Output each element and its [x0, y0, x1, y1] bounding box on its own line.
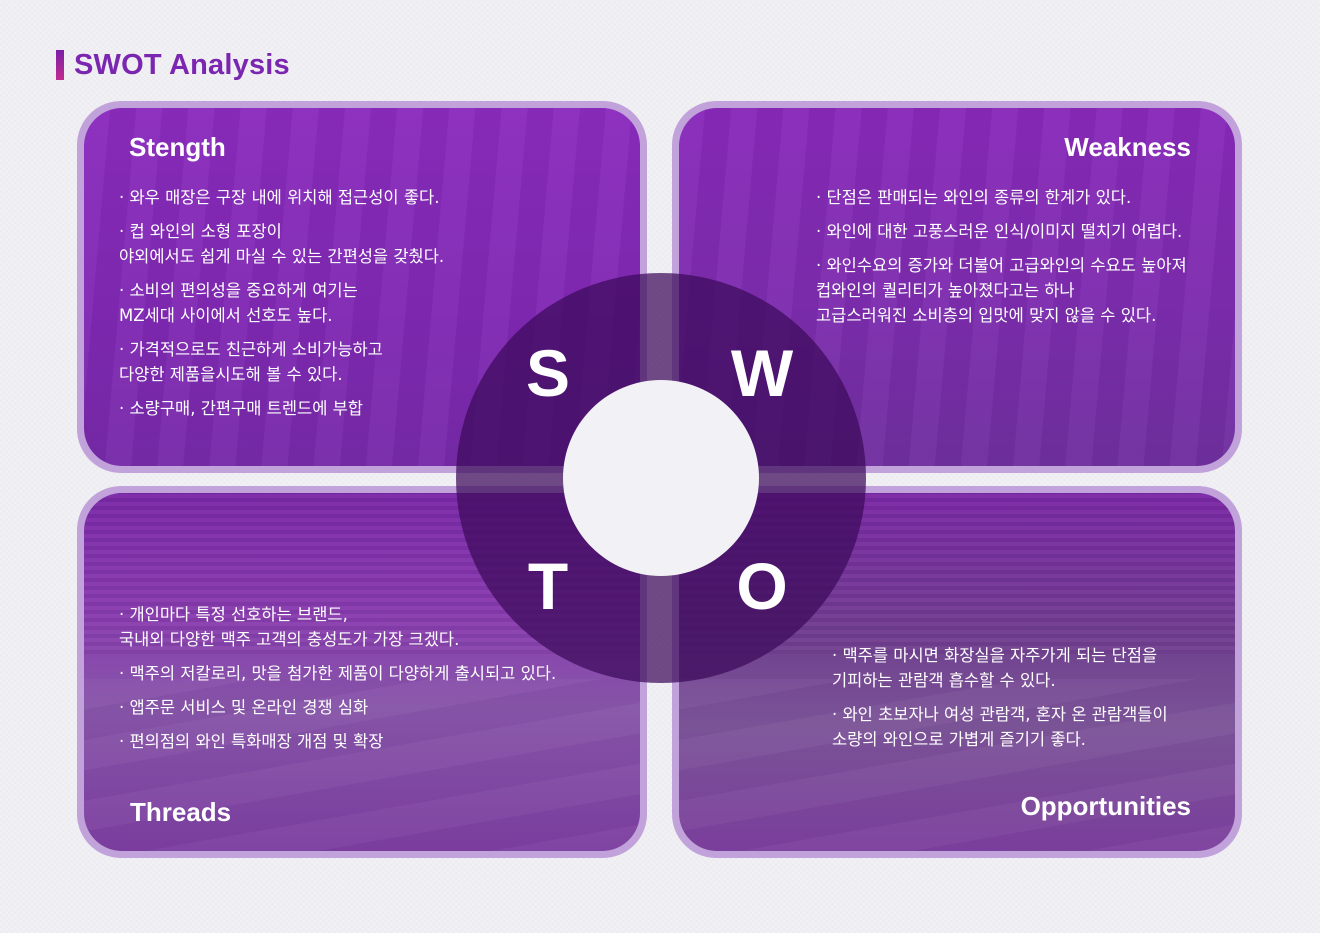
list-item: · 맥주의 저칼로리, 맛을 첨가한 제품이 다양하게 출시되고 있다. [119, 664, 557, 683]
swot-ring: S W T O [456, 273, 866, 683]
list-item: · 와인에 대한 고풍스러운 인식/이미지 떨치기 어렵다. [816, 222, 1183, 241]
letter-s: S [525, 336, 571, 410]
list-item: · 와우 매장은 구장 내에 위치해 접근성이 좋다. [119, 188, 440, 207]
list-item: · 맥주를 마시면 화장실을 자주가게 되는 단점을 기피하는 관람객 흡수할 … [832, 646, 1158, 690]
letter-o: O [736, 549, 788, 623]
letter-w: W [730, 336, 794, 410]
strength-heading: Stength [129, 132, 226, 162]
list-item: · 와인 초보자나 여성 관람객, 혼자 온 관람객들이 소량의 와인으로 가볍… [832, 705, 1168, 749]
opportunities-list: · 맥주를 마시면 화장실을 자주가게 되는 단점을 기피하는 관람객 흡수할 … [832, 643, 1232, 761]
weakness-heading: Weakness [1064, 132, 1191, 162]
list-item: · 소비의 편의성을 중요하게 여기는 MZ세대 사이에서 선호도 높다. [119, 281, 358, 325]
title-accent-bar [56, 50, 64, 80]
list-item: · 와인수요의 증가와 더불어 고급와인의 수요도 높아져 컵와인의 퀄리티가 … [816, 256, 1187, 325]
list-item: · 단점은 판매되는 와인의 종류의 한계가 있다. [816, 188, 1132, 207]
threats-heading: Threads [130, 797, 232, 827]
list-item: · 앱주문 서비스 및 온라인 경쟁 심화 [119, 698, 369, 717]
weakness-list: · 단점은 판매되는 와인의 종류의 한계가 있다. · 와인에 대한 고풍스러… [816, 185, 1235, 337]
letter-t: T [527, 549, 569, 623]
page-header: SWOT Analysis [56, 48, 290, 82]
list-item: · 컵 와인의 소형 포장이 야외에서도 쉽게 마실 수 있는 간편성을 갖췄다… [119, 222, 445, 266]
opportunities-heading: Opportunities [1020, 791, 1191, 821]
list-item: · 가격적으로도 친근하게 소비가능하고 다양한 제품을시도해 볼 수 있다. [119, 340, 383, 384]
list-item: · 편의점의 와인 특화매장 개점 및 확장 [119, 732, 384, 751]
page-title: SWOT Analysis [74, 48, 290, 81]
